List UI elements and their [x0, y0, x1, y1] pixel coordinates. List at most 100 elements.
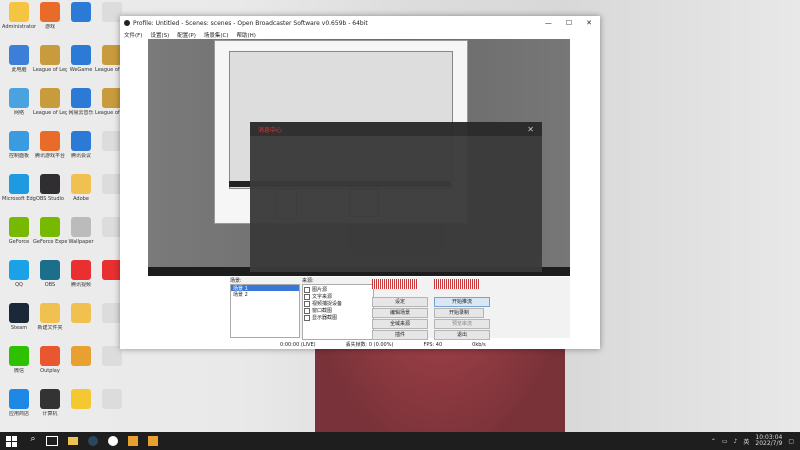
language-indicator[interactable]: 英 — [743, 437, 749, 446]
app-icon — [9, 45, 29, 65]
app-icon — [71, 2, 91, 22]
desktop-icon[interactable] — [64, 346, 98, 368]
desktop-icon[interactable]: 新建文件夹 — [33, 303, 67, 331]
desktop-icon[interactable]: GeForce — [2, 217, 36, 245]
plugins-button[interactable]: 插件 — [372, 330, 428, 340]
status-fps: FPS: 40 — [423, 341, 443, 348]
checkbox-icon[interactable] — [304, 286, 310, 293]
start-record-button[interactable]: 开始录制 — [434, 308, 484, 318]
desktop-icon[interactable]: QQ — [2, 260, 36, 288]
dialog-title: 消息中心 — [258, 126, 283, 134]
desktop-icon[interactable]: WeGame — [64, 45, 98, 73]
checkbox-icon[interactable] — [304, 314, 310, 321]
desktop-icon[interactable]: Wallpaper — [64, 217, 98, 245]
source-item[interactable]: 图片源 — [304, 286, 372, 293]
steam-icon[interactable] — [88, 436, 98, 446]
source-item[interactable]: 视频捕捉设备 — [304, 300, 372, 307]
desktop-icon[interactable] — [64, 389, 98, 411]
app-icon — [71, 45, 91, 65]
app-icon[interactable] — [128, 436, 138, 446]
source-label: 文字来源 — [312, 294, 333, 300]
network-icon[interactable]: ▭ — [722, 438, 728, 445]
desktop-icon[interactable]: Steam — [2, 303, 36, 331]
chevron-up-icon[interactable]: ⌃ — [711, 438, 716, 445]
search-icon[interactable]: ⌕ — [26, 434, 40, 448]
start-stream-button[interactable]: 开始推流 — [434, 297, 490, 307]
desktop-icon[interactable]: 此电脑 — [2, 45, 36, 73]
desktop-icon[interactable] — [95, 389, 129, 411]
scenes-label: 场景: — [230, 278, 242, 284]
scenes-list[interactable]: 场景 1 场景 2 — [230, 284, 300, 338]
menu-item[interactable]: 文件(F) — [124, 31, 142, 39]
desktop-icon[interactable]: 网易云音乐 — [64, 88, 98, 116]
app-icon[interactable] — [148, 436, 158, 446]
desktop-icon[interactable]: 计算机 — [33, 389, 67, 417]
desktop-icon[interactable]: Administrator — [2, 2, 36, 30]
exit-button[interactable]: 退出 — [434, 330, 490, 340]
desktop-icon[interactable]: 控制面板 — [2, 131, 36, 159]
menu-item[interactable]: 设置(S) — [150, 31, 169, 39]
desktop-icon[interactable]: League of Legends — [33, 88, 67, 116]
app-icon — [9, 88, 29, 108]
desktop-icon[interactable]: Adobe — [64, 174, 98, 202]
scene-item[interactable]: 场景 2 — [231, 291, 299, 298]
checkbox-icon[interactable] — [304, 300, 310, 307]
sources-list[interactable]: 图片源 文字来源 视频捕捉设备 窗口截图 显示器截图 — [302, 284, 374, 340]
menu-item[interactable]: 帮助(H) — [237, 31, 256, 39]
desktop-icon[interactable]: 腾讯视频 — [64, 260, 98, 288]
app-icon — [102, 217, 122, 237]
app-icon — [9, 303, 29, 323]
desktop-icon[interactable]: GeForce Experience — [33, 217, 67, 245]
obs-taskbar-icon[interactable] — [108, 436, 118, 446]
source-item[interactable]: 窗口截图 — [304, 307, 372, 314]
system-tray: ⌃ ▭ ♪ 英 10:03:04 2022/7/9 ▢ — [711, 432, 794, 450]
window-title: Profile: Untitled - Scenes: scenes - Ope… — [133, 19, 368, 27]
clock[interactable]: 10:03:04 2022/7/9 — [755, 435, 782, 447]
app-icon — [40, 2, 60, 22]
desktop-icon[interactable]: 游戏 — [33, 2, 67, 30]
desktop-icon[interactable] — [64, 2, 98, 24]
desktop-icon[interactable]: 网络 — [2, 88, 36, 116]
source-item[interactable]: 文字来源 — [304, 293, 372, 300]
edit-scene-button[interactable]: 编辑场景 — [372, 308, 428, 318]
status-dropped: 丢失帧数: 0 (0.00%) — [345, 342, 394, 348]
app-icon — [71, 346, 91, 366]
windows-start-icon[interactable] — [4, 434, 18, 448]
desktop-icon[interactable]: League of Legends — [33, 45, 67, 73]
desktop-icon[interactable]: 腾讯游戏平台 — [33, 131, 67, 159]
desktop-icon[interactable]: Microsoft Edge — [2, 174, 36, 202]
app-icon — [71, 303, 91, 323]
preview-stream-button[interactable]: 预览串流 — [434, 319, 490, 329]
desktop-icon[interactable]: 微信 — [2, 346, 36, 374]
obs-logo-icon — [124, 20, 130, 26]
desktop-icon[interactable]: Outplay — [33, 346, 67, 374]
file-explorer-icon[interactable] — [68, 437, 78, 445]
checkbox-icon[interactable] — [304, 293, 310, 300]
app-icon — [102, 45, 122, 65]
desktop-icon[interactable] — [95, 346, 129, 368]
close-icon[interactable]: ✕ — [586, 19, 592, 27]
app-icon — [71, 88, 91, 108]
menu-item[interactable]: 配置(P) — [177, 31, 196, 39]
desktop-icon[interactable]: OBS — [33, 260, 67, 288]
app-icon — [40, 260, 60, 280]
volume-icon[interactable]: ♪ — [734, 438, 738, 445]
desktop-icon-label: OBS — [44, 282, 56, 288]
settings-button[interactable]: 设定 — [372, 297, 428, 307]
global-sources-button[interactable]: 全域来源 — [372, 319, 428, 329]
desktop-icon[interactable]: 应用商店 — [2, 389, 36, 417]
desktop-icon-label: WeGame — [69, 67, 93, 73]
desktop-icon[interactable]: 腾讯会议 — [64, 131, 98, 159]
dialog-close-icon[interactable]: ✕ — [527, 125, 534, 134]
minimize-icon[interactable]: — — [545, 19, 552, 27]
app-icon — [40, 346, 60, 366]
maximize-icon[interactable]: ☐ — [566, 19, 572, 27]
source-item[interactable]: 显示器截图 — [304, 314, 372, 321]
app-icon — [71, 389, 91, 409]
desktop-icon[interactable] — [64, 303, 98, 325]
task-view-icon[interactable] — [46, 436, 58, 446]
notification-icon[interactable]: ▢ — [788, 438, 794, 445]
menu-item[interactable]: 场景集(C) — [204, 31, 229, 39]
desktop-icon[interactable]: OBS Studio — [33, 174, 67, 202]
checkbox-icon[interactable] — [304, 307, 310, 314]
